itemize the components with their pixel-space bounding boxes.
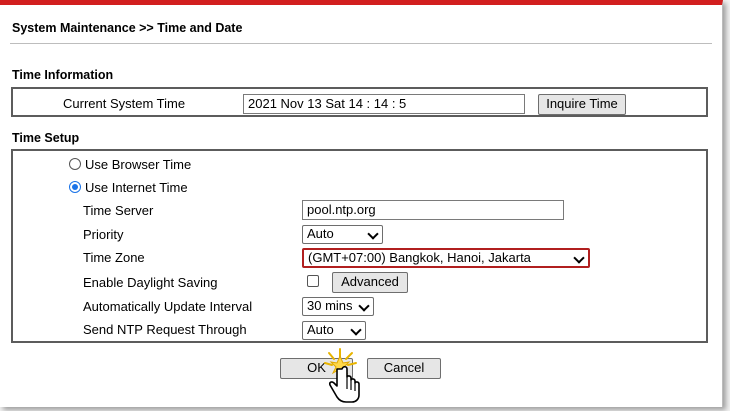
inquire-time-button[interactable]: Inquire Time: [538, 94, 626, 115]
current-time-label: Current System Time: [63, 96, 186, 111]
time-zone-label: Time Zone: [83, 250, 145, 265]
update-interval-select[interactable]: 30 mins: [302, 297, 374, 316]
use-internet-time-label: Use Internet Time: [85, 180, 188, 195]
time-information-box: Current System Time 2021 Nov 13 Sat 14 :…: [11, 87, 708, 117]
time-information-title: Time Information: [12, 68, 114, 82]
divider: [10, 43, 712, 44]
priority-label: Priority: [83, 227, 124, 242]
chevron-down-icon: [350, 324, 362, 336]
time-server-input[interactable]: pool.ntp.org: [302, 200, 564, 220]
ntp-through-label: Send NTP Request Through: [83, 322, 247, 337]
time-zone-value: (GMT+07:00) Bangkok, Hanoi, Jakarta: [308, 250, 531, 265]
update-interval-value: 30 mins: [307, 298, 353, 313]
time-setup-title: Time Setup: [12, 131, 80, 145]
daylight-saving-label: Enable Daylight Saving: [83, 275, 218, 290]
ntp-through-select[interactable]: Auto: [302, 321, 366, 340]
cancel-button[interactable]: Cancel: [367, 358, 441, 379]
update-interval-label: Automatically Update Interval: [83, 299, 253, 314]
use-browser-time-radio[interactable]: [69, 158, 81, 170]
current-time-field[interactable]: 2021 Nov 13 Sat 14 : 14 : 5: [243, 94, 525, 114]
time-setup-box: Use Browser Time Use Internet Time Time …: [11, 149, 708, 343]
priority-value: Auto: [307, 226, 334, 241]
use-browser-time-label: Use Browser Time: [85, 157, 192, 172]
daylight-saving-checkbox[interactable]: [307, 275, 319, 287]
chevron-down-icon: [358, 300, 370, 312]
time-server-label: Time Server: [83, 203, 154, 218]
time-zone-select[interactable]: (GMT+07:00) Bangkok, Hanoi, Jakarta: [302, 248, 590, 268]
advanced-button[interactable]: Advanced: [332, 272, 408, 293]
use-internet-time-radio[interactable]: [69, 181, 81, 193]
hand-cursor-icon: [324, 348, 360, 403]
page-frame: System Maintenance >> Time and Date Time…: [0, 0, 723, 407]
breadcrumb: System Maintenance >> Time and Date: [12, 21, 243, 35]
chevron-down-icon: [573, 252, 585, 264]
ntp-through-value: Auto: [307, 322, 334, 337]
priority-select[interactable]: Auto: [302, 225, 383, 244]
chevron-down-icon: [367, 228, 379, 240]
